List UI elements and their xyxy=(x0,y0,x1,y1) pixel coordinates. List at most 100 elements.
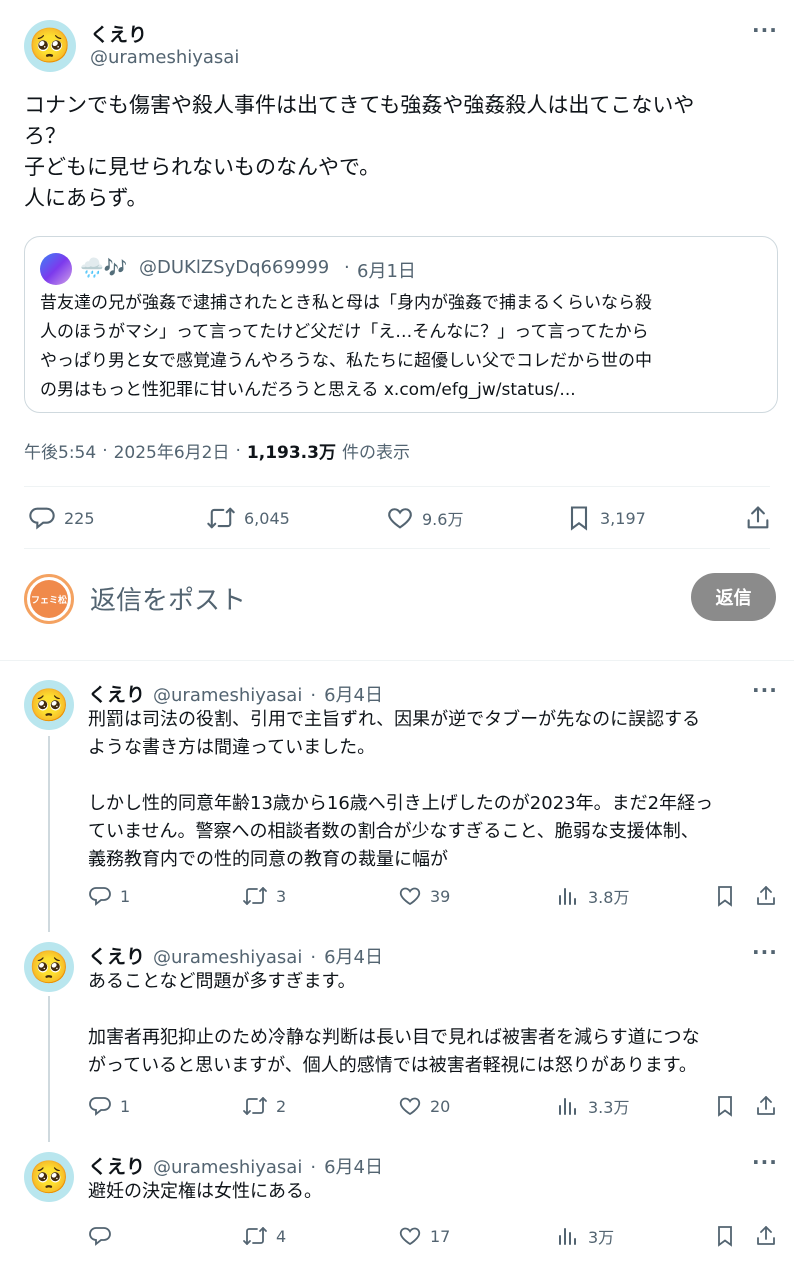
composer-avatar[interactable]: フェミ松 xyxy=(24,574,74,624)
share-icon xyxy=(754,884,778,908)
heart-icon xyxy=(398,1224,422,1248)
retweet-action[interactable]: 6,045 xyxy=(206,504,290,532)
reply-avatar[interactable]: 🥺 xyxy=(24,1152,74,1202)
heart-icon xyxy=(398,884,422,908)
like-count: 39 xyxy=(430,886,451,906)
reply-header: くえり @urameshiyasai · 6月4日 xyxy=(88,680,383,707)
share-action[interactable] xyxy=(754,1094,778,1118)
retweet-action[interactable]: 2 xyxy=(242,1094,286,1118)
like-count: 17 xyxy=(430,1226,451,1246)
bookmark-action[interactable] xyxy=(714,884,736,908)
retweet-action[interactable]: 3 xyxy=(242,884,286,908)
reply-handle[interactable]: @urameshiyasai xyxy=(153,685,302,706)
tweet-time[interactable]: 午後5:54 xyxy=(24,438,96,463)
retweet-icon xyxy=(242,1094,268,1118)
more-options-icon[interactable]: ··· xyxy=(752,18,778,42)
meta-separator: · xyxy=(235,440,241,461)
tweet-text-line: 子どもに見せられないものなんやで。 xyxy=(24,155,381,179)
reply-tweet[interactable]: 🥺 くえり @urameshiyasai · 6月4日 ··· 刑罰は司法の役割… xyxy=(0,670,794,932)
reply-date[interactable]: 6月4日 xyxy=(324,1153,383,1179)
reply-button[interactable]: 返信 xyxy=(691,573,776,621)
quoted-sep: · xyxy=(344,257,350,278)
pleading-face-icon: 🥺 xyxy=(28,26,72,66)
main-tweet: 🥺 くえり @urameshiyasai ··· コナンでも傷害や殺人事件は出て… xyxy=(0,0,794,560)
tweet-text-line: コナンでも傷害や殺人事件は出てきても強姦や強姦殺人は出てこないや xyxy=(24,93,695,117)
divider xyxy=(24,548,770,549)
views-count: 3.8万 xyxy=(588,888,630,907)
analytics-icon xyxy=(556,884,580,908)
bookmark-action[interactable] xyxy=(714,1224,736,1248)
retweet-icon xyxy=(242,1224,268,1248)
author-handle[interactable]: @urameshiyasai xyxy=(90,47,239,68)
like-action[interactable]: 17 xyxy=(398,1224,450,1248)
bookmark-icon xyxy=(714,1094,736,1118)
like-count: 20 xyxy=(430,1096,451,1116)
reply-display-name[interactable]: くえり xyxy=(88,680,145,707)
section-separator xyxy=(0,660,794,661)
tweet-text: コナンでも傷害や殺人事件は出てきても強姦や強姦殺人は出てこないや ろ？ 子どもに… xyxy=(24,90,784,214)
bookmark-action[interactable] xyxy=(714,1094,736,1118)
reply-composer: フェミ松 返信をポスト 返信 xyxy=(0,560,794,660)
reply-action[interactable]: 1 xyxy=(88,1094,130,1118)
quoted-date: 6月1日 xyxy=(357,261,416,282)
reply-sep: · xyxy=(310,947,317,968)
author-display-name[interactable]: くえり xyxy=(90,20,147,47)
reply-icon xyxy=(88,1094,112,1118)
bookmark-icon xyxy=(714,884,736,908)
reply-text: あることなど問題が多すぎます。 加害者再犯抑止のため冷静な判断は長い目で見れば被… xyxy=(88,971,700,1076)
tweet-text-line: ろ？ xyxy=(24,124,66,148)
share-action[interactable] xyxy=(754,884,778,908)
share-icon xyxy=(754,1094,778,1118)
like-action[interactable]: 9.6万 xyxy=(386,504,463,532)
views-count: 3.3万 xyxy=(588,1098,630,1117)
view-count[interactable]: 1,193.3万 xyxy=(247,438,336,463)
retweet-action[interactable]: 4 xyxy=(242,1224,286,1248)
author-avatar[interactable]: 🥺 xyxy=(24,20,76,72)
more-options-icon[interactable]: ··· xyxy=(752,1150,778,1174)
retweet-icon xyxy=(242,884,268,908)
reply-action[interactable]: 225 xyxy=(28,504,95,532)
share-action[interactable] xyxy=(744,504,772,532)
bookmark-action[interactable]: 3,197 xyxy=(566,504,646,532)
reply-action[interactable]: 1 xyxy=(88,884,130,908)
share-action[interactable] xyxy=(754,1224,778,1248)
like-action[interactable]: 20 xyxy=(398,1094,450,1118)
views-action[interactable]: 3.8万 xyxy=(556,884,629,908)
reply-icon xyxy=(88,884,112,908)
reply-avatar[interactable]: 🥺 xyxy=(24,942,74,992)
retweet-count: 2 xyxy=(276,1096,287,1116)
bookmark-icon xyxy=(714,1224,736,1248)
quoted-text-line: やっぱり男と女で感覚違うんやろうな、私たちに超優しい父でコレだから世の中 xyxy=(40,351,652,371)
reply-date[interactable]: 6月4日 xyxy=(324,681,383,707)
reply-display-name[interactable]: くえり xyxy=(88,942,145,969)
reply-header: くえり @urameshiyasai · 6月4日 xyxy=(88,942,383,969)
reply-sep: · xyxy=(310,685,317,706)
reply-display-name[interactable]: くえり xyxy=(88,1152,145,1179)
more-options-icon[interactable]: ··· xyxy=(752,678,778,702)
more-options-icon[interactable]: ··· xyxy=(752,940,778,964)
reply-handle[interactable]: @urameshiyasai xyxy=(153,1157,302,1178)
quoted-text-line: 昔友達の兄が強姦で逮捕されたとき私と母は「身内が強姦で捕まるくらいなら殺 xyxy=(40,293,652,313)
reply-tweet[interactable]: 🥺 くえり @urameshiyasai · 6月4日 ··· 避妊の決定権は女… xyxy=(0,1142,794,1272)
views-action[interactable]: 3.3万 xyxy=(556,1094,629,1118)
composer-avatar-text: フェミ松 xyxy=(30,595,67,606)
quoted-tweet-card[interactable]: 🌧️🎶 @DUKlZSyDq669999 · 6月1日 昔友達の兄が強姦で逮捕さ… xyxy=(24,236,778,413)
tweet-date[interactable]: 2025年6月2日 xyxy=(114,438,230,463)
reply-input[interactable]: 返信をポスト xyxy=(90,580,246,617)
reply-count: 1 xyxy=(120,1096,131,1116)
reply-tweet[interactable]: 🥺 くえり @urameshiyasai · 6月4日 ··· あることなど問題… xyxy=(0,932,794,1142)
share-icon xyxy=(744,504,772,532)
tweet-meta: 午後5:54 · 2025年6月2日 · 1,193.3万 件の表示 xyxy=(24,438,410,464)
like-action[interactable]: 39 xyxy=(398,884,450,908)
retweet-icon xyxy=(206,504,236,532)
reply-action[interactable] xyxy=(88,1224,120,1248)
reply-avatar[interactable]: 🥺 xyxy=(24,680,74,730)
composer-avatar-inner: フェミ松 xyxy=(30,580,68,618)
views-action[interactable]: 3万 xyxy=(556,1224,614,1248)
reply-handle[interactable]: @urameshiyasai xyxy=(153,947,302,968)
reply-date[interactable]: 6月4日 xyxy=(324,943,383,969)
divider xyxy=(24,486,770,487)
reply-icon xyxy=(88,1224,112,1248)
bookmark-icon xyxy=(566,504,592,532)
analytics-icon xyxy=(556,1094,580,1118)
